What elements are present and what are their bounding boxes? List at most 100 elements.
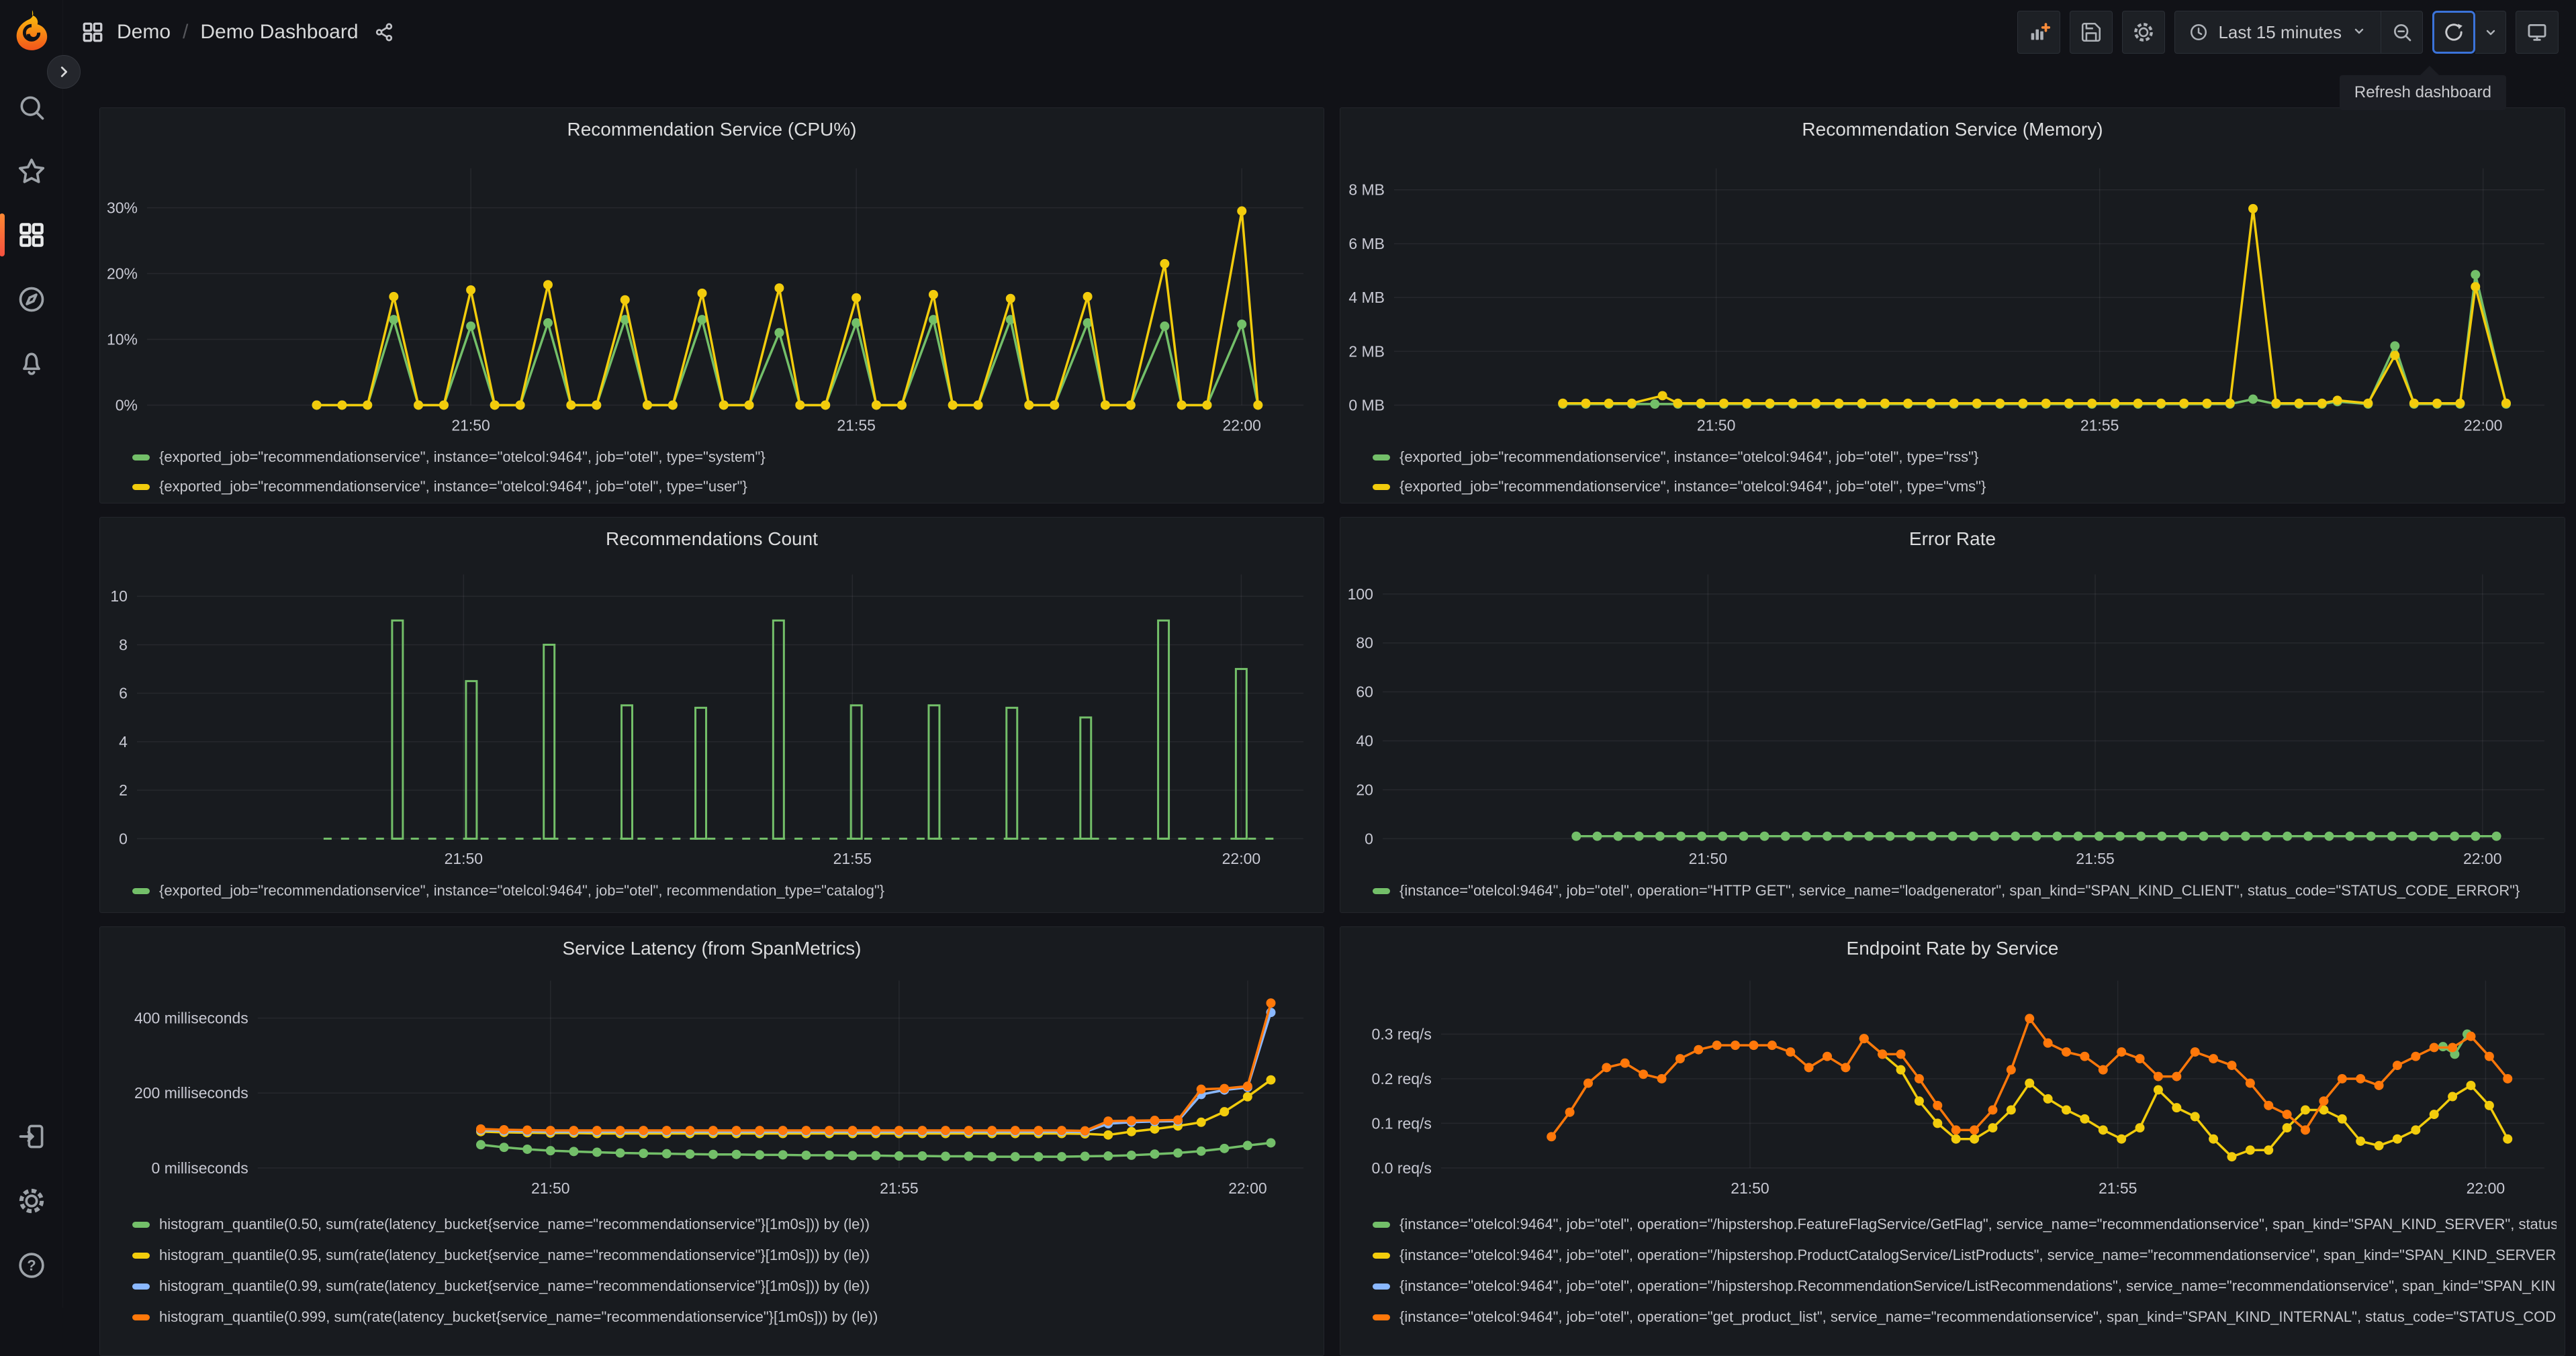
legend-label: {exported_job="recommendationservice", i… <box>159 448 766 466</box>
legend-swatch <box>132 1284 150 1290</box>
help-icon[interactable]: ? <box>10 1244 53 1287</box>
panel-title[interactable]: Service Latency (from SpanMetrics) <box>100 938 1324 959</box>
cycle-view-mode-button[interactable] <box>2516 11 2559 54</box>
panel-title[interactable]: Recommendation Service (Memory) <box>1340 119 2565 140</box>
svg-text:22:00: 22:00 <box>1222 850 1260 867</box>
dashboards-icon[interactable] <box>10 213 53 256</box>
legend-label: {instance="otelcol:9464", job="otel", op… <box>1399 1216 2557 1233</box>
apps-grid-icon <box>81 20 105 44</box>
save-dashboard-button[interactable] <box>2070 11 2113 54</box>
svg-text:200 milliseconds: 200 milliseconds <box>134 1084 248 1102</box>
legend-swatch <box>132 1222 150 1228</box>
legend-item[interactable]: {instance="otelcol:9464", job="otel", op… <box>1373 1271 2557 1302</box>
legend-swatch <box>1373 1222 1390 1228</box>
legend-label: histogram_quantile(0.99, sum(rate(latenc… <box>159 1277 870 1295</box>
legend-label: histogram_quantile(0.999, sum(rate(laten… <box>159 1308 878 1326</box>
refresh-interval-dropdown[interactable] <box>2475 11 2506 54</box>
panel-service-latency: Service Latency (from SpanMetrics) 0 mil… <box>99 926 1324 1356</box>
legend-swatch <box>1373 484 1390 490</box>
breadcrumb-page[interactable]: Demo Dashboard <box>200 21 358 44</box>
breadcrumb-section[interactable]: Demo <box>117 21 171 44</box>
svg-text:0.1 req/s: 0.1 req/s <box>1372 1114 1432 1132</box>
panel-cpu: Recommendation Service (CPU%) 0%10%20%30… <box>99 107 1324 503</box>
legend-item[interactable]: {exported_job="recommendationservice", i… <box>1373 472 2557 501</box>
legend-label: {exported_job="recommendationservice", i… <box>159 882 884 900</box>
legend: {exported_job="recommendationservice", i… <box>132 876 1316 906</box>
legend-item[interactable]: histogram_quantile(0.99, sum(rate(latenc… <box>132 1271 1316 1302</box>
legend-item[interactable]: histogram_quantile(0.95, sum(rate(latenc… <box>132 1240 1316 1271</box>
svg-text:21:50: 21:50 <box>1731 1179 1769 1197</box>
legend: {instance="otelcol:9464", job="otel", op… <box>1373 876 2557 906</box>
svg-text:30%: 30% <box>107 199 138 216</box>
svg-text:80: 80 <box>1356 634 1373 652</box>
legend-item[interactable]: {exported_job="recommendationservice", i… <box>132 472 1316 501</box>
legend-item[interactable]: {instance="otelcol:9464", job="otel", op… <box>1373 1302 2557 1333</box>
legend-swatch <box>132 888 150 894</box>
legend-item[interactable]: {instance="otelcol:9464", job="otel", op… <box>1373 1240 2557 1271</box>
panel-title[interactable]: Error Rate <box>1340 528 2565 550</box>
svg-text:21:55: 21:55 <box>837 416 875 434</box>
time-range-label: Last 15 minutes <box>2218 22 2342 43</box>
legend-swatch <box>1373 1314 1390 1320</box>
add-panel-button[interactable] <box>2017 11 2060 54</box>
legend-label: {exported_job="recommendationservice", i… <box>1399 478 1986 495</box>
legend: histogram_quantile(0.50, sum(rate(latenc… <box>132 1209 1316 1333</box>
share-icon[interactable] <box>373 21 395 43</box>
svg-text:0 MB: 0 MB <box>1348 396 1385 414</box>
svg-text:21:50: 21:50 <box>451 416 490 434</box>
recommendations-count-chart[interactable]: 024681021:5021:5522:00 <box>100 518 1324 912</box>
svg-text:21:55: 21:55 <box>833 850 872 867</box>
dashboard-settings-button[interactable] <box>2122 11 2165 54</box>
error-rate-chart[interactable]: 02040608010021:5021:5522:00 <box>1340 518 2565 912</box>
svg-text:0 milliseconds: 0 milliseconds <box>152 1159 248 1177</box>
legend-item[interactable]: {exported_job="recommendationservice", i… <box>132 442 1316 472</box>
svg-text:4: 4 <box>119 733 128 750</box>
legend-item[interactable]: histogram_quantile(0.999, sum(rate(laten… <box>132 1302 1316 1333</box>
legend-item[interactable]: {exported_job="recommendationservice", i… <box>1373 442 2557 472</box>
legend-item[interactable]: {instance="otelcol:9464", job="otel", op… <box>1373 876 2557 906</box>
expand-sidebar-button[interactable] <box>47 55 81 89</box>
svg-text:0%: 0% <box>116 396 138 414</box>
active-indicator <box>0 213 5 256</box>
grafana-logo[interactable] <box>12 9 51 51</box>
svg-text:60: 60 <box>1356 683 1373 701</box>
svg-text:0: 0 <box>1365 830 1373 847</box>
svg-text:6 MB: 6 MB <box>1348 235 1385 252</box>
zoom-out-time-button[interactable] <box>2381 11 2422 53</box>
panel-title[interactable]: Recommendations Count <box>100 528 1324 550</box>
legend-label: {instance="otelcol:9464", job="otel", op… <box>1399 1277 2557 1295</box>
legend-swatch <box>132 1314 150 1320</box>
refresh-group <box>2432 11 2506 54</box>
svg-text:21:50: 21:50 <box>445 850 483 867</box>
svg-text:0: 0 <box>119 830 128 847</box>
svg-text:21:50: 21:50 <box>1689 850 1727 867</box>
explore-compass-icon[interactable] <box>10 278 53 321</box>
panel-endpoint-rate: Endpoint Rate by Service 0.0 req/s0.1 re… <box>1340 926 2565 1356</box>
panel-title[interactable]: Endpoint Rate by Service <box>1340 938 2565 959</box>
svg-text:0.2 req/s: 0.2 req/s <box>1372 1070 1432 1087</box>
legend-swatch <box>132 484 150 490</box>
time-range-picker[interactable]: Last 15 minutes <box>2175 11 2381 53</box>
legend-item[interactable]: {exported_job="recommendationservice", i… <box>132 876 1316 906</box>
svg-text:4 MB: 4 MB <box>1348 289 1385 306</box>
legend-item[interactable]: {instance="otelcol:9464", job="otel", op… <box>1373 1209 2557 1240</box>
legend-item[interactable]: histogram_quantile(0.50, sum(rate(latenc… <box>132 1209 1316 1240</box>
legend: {exported_job="recommendationservice", i… <box>132 442 1316 501</box>
panel-title[interactable]: Recommendation Service (CPU%) <box>100 119 1324 140</box>
refresh-dashboard-button[interactable] <box>2432 11 2475 54</box>
search-icon[interactable] <box>10 86 53 129</box>
settings-gear-icon[interactable] <box>10 1179 53 1222</box>
header: Demo / Demo Dashboard Last 15 minutes <box>63 0 2576 64</box>
chevron-down-icon <box>2351 23 2367 42</box>
refresh-tooltip: Refresh dashboard <box>2340 75 2506 110</box>
alerting-bell-icon[interactable] <box>10 342 53 385</box>
svg-text:20: 20 <box>1356 781 1373 798</box>
starred-icon[interactable] <box>10 150 53 193</box>
panel-recommendations-count: Recommendations Count 024681021:5021:552… <box>99 517 1324 913</box>
svg-text:21:50: 21:50 <box>531 1179 569 1197</box>
dashboard-grid: Recommendation Service (CPU%) 0%10%20%30… <box>99 107 2565 1356</box>
legend-label: histogram_quantile(0.95, sum(rate(latenc… <box>159 1247 870 1264</box>
legend-label: {instance="otelcol:9464", job="otel", op… <box>1399 1247 2557 1264</box>
legend-label: {instance="otelcol:9464", job="otel", op… <box>1399 882 2520 900</box>
sign-in-icon[interactable] <box>10 1115 53 1158</box>
